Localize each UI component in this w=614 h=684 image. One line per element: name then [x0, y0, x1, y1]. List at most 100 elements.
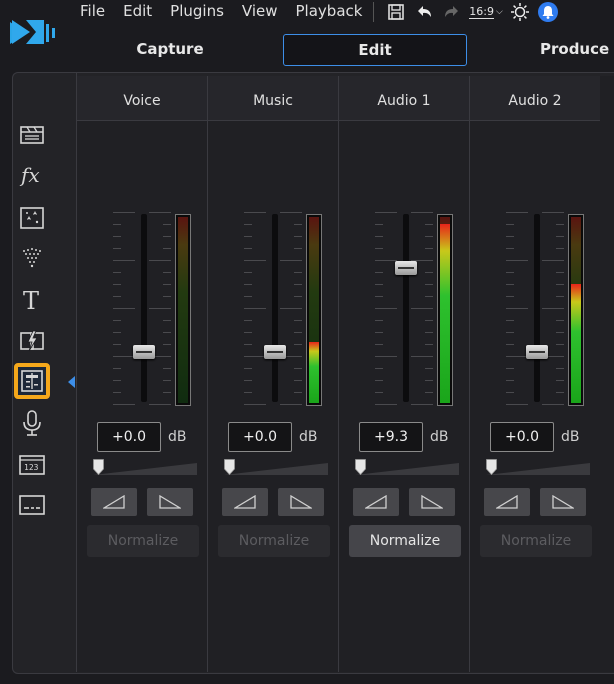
fade-out-icon	[159, 495, 181, 509]
scale-tick	[556, 236, 564, 237]
scale-tick	[506, 284, 514, 285]
level-meter	[568, 214, 584, 406]
fade-out-button[interactable]	[409, 488, 455, 516]
level-meter-fill	[440, 224, 450, 403]
pan-slider-thumb[interactable]	[224, 459, 235, 475]
scale-tick	[506, 392, 514, 393]
volume-input[interactable]: +0.0	[97, 422, 161, 452]
normalize-button[interactable]: Normalize	[218, 525, 330, 557]
fader-track[interactable]	[272, 214, 278, 402]
scale-tick	[163, 332, 171, 333]
tab-produce[interactable]: Produce	[530, 34, 614, 64]
scale-tick	[506, 404, 528, 405]
scale-tick	[244, 392, 252, 393]
voice-record-button[interactable]	[17, 408, 47, 438]
subtitle-icon	[18, 494, 46, 516]
pan-slider-thumb[interactable]	[93, 459, 104, 475]
tab-capture[interactable]: Capture	[120, 34, 220, 64]
pan-slider[interactable]	[93, 459, 197, 477]
scale-tick	[244, 260, 266, 261]
menu-plugins[interactable]: Plugins	[170, 2, 224, 20]
fader-track[interactable]	[534, 214, 540, 402]
scale-tick	[556, 248, 564, 249]
pan-slider-thumb[interactable]	[486, 459, 497, 475]
volume-input[interactable]: +0.0	[228, 422, 292, 452]
menu-view[interactable]: View	[242, 2, 278, 20]
particle-room-icon	[19, 206, 45, 230]
transition-button[interactable]	[17, 326, 47, 356]
scale-tick	[113, 320, 121, 321]
fader-track[interactable]	[403, 214, 409, 402]
audio-mixing-icon	[20, 369, 44, 393]
scale-tick	[375, 332, 383, 333]
fx-button[interactable]: fx	[17, 160, 47, 190]
pan-slider-thumb[interactable]	[355, 459, 366, 475]
normalize-button[interactable]: Normalize	[480, 525, 592, 557]
fade-out-button[interactable]	[278, 488, 324, 516]
scale-tick	[294, 392, 302, 393]
redo-button[interactable]	[439, 0, 465, 24]
particle-room-button[interactable]	[17, 203, 47, 233]
fade-in-button[interactable]	[353, 488, 399, 516]
fade-in-button[interactable]	[91, 488, 137, 516]
scale-tick	[425, 272, 433, 273]
tab-edit[interactable]: Edit	[283, 34, 467, 66]
fade-out-icon	[421, 495, 443, 509]
scale-tick	[163, 284, 171, 285]
fader-thumb[interactable]	[133, 344, 155, 359]
subtitle-button[interactable]	[17, 490, 47, 520]
fade-out-button[interactable]	[147, 488, 193, 516]
fade-in-button[interactable]	[222, 488, 268, 516]
aspect-ratio-dropdown[interactable]: 16:9 ⌵	[467, 0, 505, 24]
volume-input[interactable]: +9.3	[359, 422, 423, 452]
fader-track[interactable]	[141, 214, 147, 402]
pan-slider[interactable]	[486, 459, 590, 477]
audio-mixing-button[interactable]	[14, 363, 50, 399]
scale-tick	[149, 404, 171, 405]
fader-thumb[interactable]	[526, 344, 548, 359]
settings-button[interactable]	[507, 0, 533, 24]
scale-tick	[113, 272, 121, 273]
pan-slider[interactable]	[355, 459, 459, 477]
title-button[interactable]: T	[17, 285, 47, 315]
scale-tick	[411, 212, 433, 213]
scale-tick	[280, 212, 302, 213]
media-room-button[interactable]	[17, 120, 47, 150]
normalize-button[interactable]: Normalize	[349, 525, 461, 557]
magic-button[interactable]	[17, 243, 47, 273]
normalize-button[interactable]: Normalize	[87, 525, 199, 557]
scale-tick	[506, 248, 514, 249]
menu-edit[interactable]: Edit	[123, 2, 152, 20]
chapter-button[interactable]: 123	[17, 450, 47, 480]
fade-in-button[interactable]	[484, 488, 530, 516]
scale-tick	[149, 212, 171, 213]
scale-tick	[556, 296, 564, 297]
volume-fader[interactable]	[208, 212, 338, 412]
scale-tick	[506, 368, 514, 369]
scale-tick	[556, 392, 564, 393]
volume-fader[interactable]	[470, 212, 600, 412]
menu-playback[interactable]: Playback	[296, 2, 363, 20]
scale-tick	[425, 296, 433, 297]
active-room-indicator	[68, 376, 75, 388]
undo-button[interactable]	[411, 0, 437, 24]
fader-thumb[interactable]	[264, 344, 286, 359]
notification-button[interactable]	[535, 0, 561, 24]
scale-tick	[294, 320, 302, 321]
scale-tick	[163, 248, 171, 249]
volume-input[interactable]: +0.0	[490, 422, 554, 452]
save-button[interactable]	[383, 0, 409, 24]
pan-slider[interactable]	[224, 459, 328, 477]
scale-tick	[294, 332, 302, 333]
scale-tick	[113, 308, 135, 309]
fade-out-button[interactable]	[540, 488, 586, 516]
undo-icon	[418, 6, 431, 17]
volume-fader[interactable]	[339, 212, 469, 412]
scale-tick	[163, 224, 171, 225]
scale-tick	[375, 224, 383, 225]
menu-file[interactable]: File	[80, 2, 105, 20]
sun-gear-icon	[511, 3, 529, 21]
fader-thumb[interactable]	[395, 260, 417, 275]
scale-tick	[375, 308, 397, 309]
volume-fader[interactable]	[77, 212, 207, 412]
